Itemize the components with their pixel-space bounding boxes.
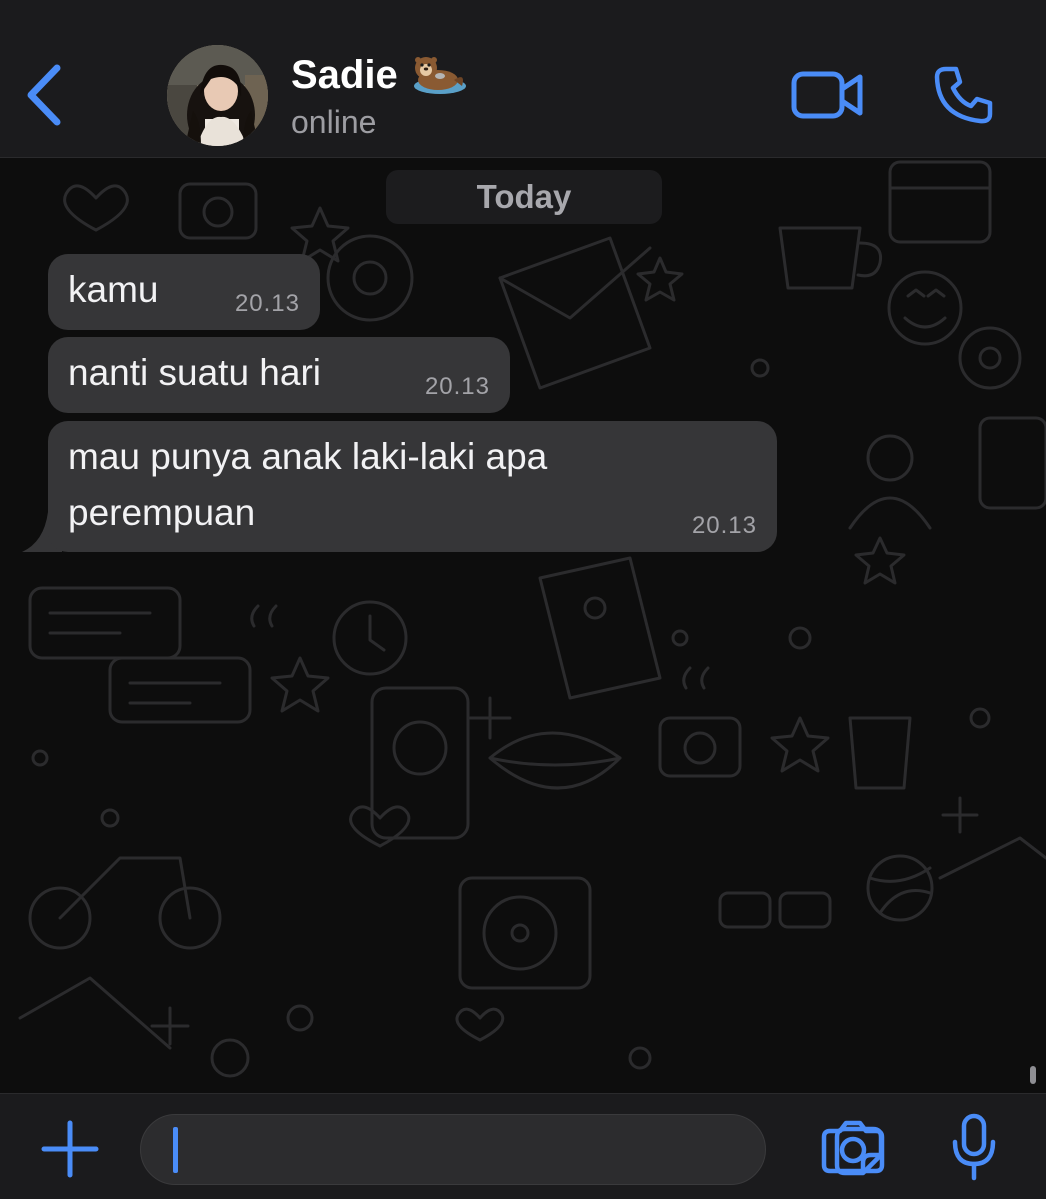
message-bubble[interactable]: nanti suatu hari 20.13 xyxy=(48,337,510,413)
message-input-container[interactable] xyxy=(140,1114,884,1185)
message-text: mau punya anak laki-laki apa perempuan xyxy=(68,436,548,533)
voice-message-button[interactable] xyxy=(946,1110,1002,1184)
plus-icon xyxy=(41,1120,99,1178)
avatar-photo xyxy=(167,45,268,146)
compose-bar xyxy=(0,1093,1046,1199)
contact-status: online xyxy=(291,104,377,140)
camera-icon xyxy=(821,1120,885,1174)
contact-name-text: Sadie xyxy=(291,52,398,97)
attach-button[interactable] xyxy=(38,1118,102,1180)
message-text: kamu xyxy=(68,269,159,310)
message-text: nanti suatu hari xyxy=(68,352,322,393)
message-timestamp: 20.13 xyxy=(234,290,300,317)
chat-screen: Sadie online Today kamu 20.13 nanti suat… xyxy=(0,0,1046,1199)
message-bubble[interactable]: kamu 20.13 xyxy=(48,254,320,330)
back-button[interactable] xyxy=(18,60,68,130)
chevron-left-icon xyxy=(27,64,61,126)
message-timestamp: 20.13 xyxy=(424,373,490,400)
camera-button[interactable] xyxy=(818,1116,888,1178)
message-timestamp: 20.13 xyxy=(691,512,757,539)
message-input[interactable] xyxy=(171,1125,675,1177)
date-separator: Today xyxy=(386,170,662,224)
chat-header: Sadie online xyxy=(0,0,1046,158)
scroll-indicator[interactable] xyxy=(1030,1066,1036,1084)
message-bubble[interactable]: mau punya anak laki-laki apa perempuan 2… xyxy=(48,421,777,552)
video-call-button[interactable] xyxy=(790,66,866,124)
otter-emoji-icon xyxy=(413,57,466,94)
message-list[interactable]: Today kamu 20.13 nanti suatu hari 20.13 … xyxy=(0,158,1046,1093)
microphone-icon xyxy=(952,1113,996,1181)
phone-icon xyxy=(934,66,993,124)
video-camera-icon xyxy=(791,71,863,119)
contact-name[interactable]: Sadie xyxy=(291,52,468,98)
voice-call-button[interactable] xyxy=(930,62,996,128)
contact-avatar[interactable] xyxy=(167,45,268,146)
